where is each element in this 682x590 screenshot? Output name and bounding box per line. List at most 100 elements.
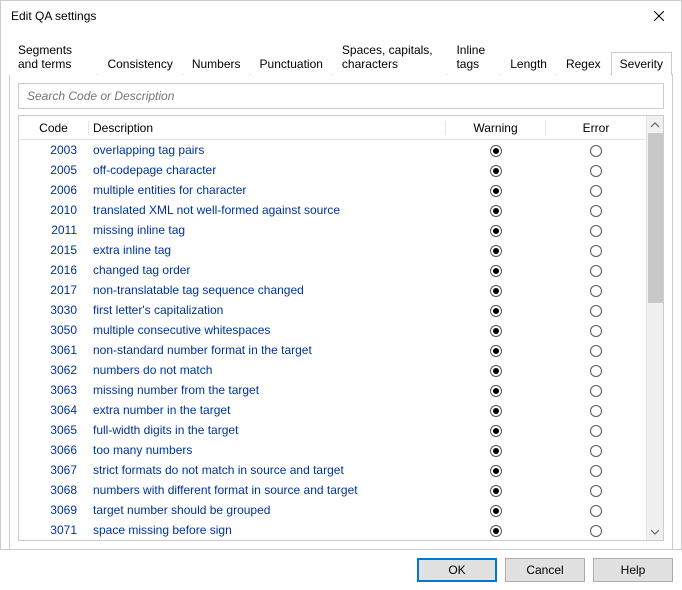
- vertical-scrollbar[interactable]: [646, 116, 663, 540]
- cell-description: non-translatable tag sequence changed: [89, 283, 446, 297]
- radio-warning[interactable]: [490, 385, 502, 397]
- radio-warning[interactable]: [490, 425, 502, 437]
- radio-warning[interactable]: [490, 525, 502, 537]
- radio-warning[interactable]: [490, 505, 502, 517]
- radio-warning[interactable]: [490, 145, 502, 157]
- radio-warning[interactable]: [490, 225, 502, 237]
- table-row[interactable]: 3066too many numbers: [19, 440, 646, 460]
- radio-error[interactable]: [590, 445, 602, 457]
- radio-warning[interactable]: [490, 185, 502, 197]
- radio-error[interactable]: [590, 325, 602, 337]
- tab-inline-tags[interactable]: Inline tags: [447, 38, 500, 75]
- radio-error[interactable]: [590, 505, 602, 517]
- tab-regex[interactable]: Regex: [557, 52, 610, 75]
- table-row[interactable]: 2017non-translatable tag sequence change…: [19, 280, 646, 300]
- close-button[interactable]: [637, 1, 681, 31]
- help-button[interactable]: Help: [593, 558, 673, 582]
- cell-code: 3067: [19, 463, 89, 477]
- search-input[interactable]: [25, 88, 657, 104]
- tab-consistency[interactable]: Consistency: [98, 52, 181, 75]
- cell-error: [546, 163, 646, 177]
- tab-length[interactable]: Length: [501, 52, 556, 75]
- cell-error: [546, 363, 646, 377]
- table-row[interactable]: 2016changed tag order: [19, 260, 646, 280]
- radio-error[interactable]: [590, 225, 602, 237]
- tab-severity[interactable]: Severity: [611, 52, 672, 75]
- cell-code: 2010: [19, 203, 89, 217]
- radio-error[interactable]: [590, 525, 602, 537]
- radio-warning[interactable]: [490, 345, 502, 357]
- scroll-up-arrow-icon[interactable]: [647, 116, 664, 133]
- radio-warning[interactable]: [490, 265, 502, 277]
- table-row[interactable]: 2011missing inline tag: [19, 220, 646, 240]
- table-row[interactable]: 3071space missing before sign: [19, 520, 646, 540]
- table-row[interactable]: 3068numbers with different format in sou…: [19, 480, 646, 500]
- tab-segments-and-terms[interactable]: Segments and terms: [9, 38, 97, 75]
- ok-button[interactable]: OK: [417, 558, 497, 582]
- grid-header: Code Description Warning Error: [19, 116, 646, 140]
- search-wrap: [18, 83, 664, 109]
- radio-warning[interactable]: [490, 305, 502, 317]
- cell-code: 3068: [19, 483, 89, 497]
- radio-warning[interactable]: [490, 325, 502, 337]
- button-bar: OK Cancel Help: [9, 550, 673, 582]
- table-row[interactable]: 2010translated XML not well-formed again…: [19, 200, 646, 220]
- header-code[interactable]: Code: [19, 121, 89, 135]
- table-row[interactable]: 3050multiple consecutive whitespaces: [19, 320, 646, 340]
- table-row[interactable]: 3069target number should be grouped: [19, 500, 646, 520]
- tab-numbers[interactable]: Numbers: [183, 52, 250, 75]
- radio-error[interactable]: [590, 345, 602, 357]
- table-row[interactable]: 3030first letter's capitalization: [19, 300, 646, 320]
- scroll-thumb[interactable]: [648, 133, 663, 303]
- radio-warning[interactable]: [490, 445, 502, 457]
- scroll-down-arrow-icon[interactable]: [647, 523, 664, 540]
- radio-error[interactable]: [590, 365, 602, 377]
- radio-error[interactable]: [590, 385, 602, 397]
- radio-error[interactable]: [590, 145, 602, 157]
- radio-warning[interactable]: [490, 205, 502, 217]
- cell-code: 3071: [19, 523, 89, 537]
- table-row[interactable]: 2006multiple entities for character: [19, 180, 646, 200]
- table-row[interactable]: 2015extra inline tag: [19, 240, 646, 260]
- header-error[interactable]: Error: [546, 121, 646, 135]
- table-row[interactable]: 3062numbers do not match: [19, 360, 646, 380]
- radio-error[interactable]: [590, 245, 602, 257]
- radio-warning[interactable]: [490, 285, 502, 297]
- radio-warning[interactable]: [490, 365, 502, 377]
- radio-error[interactable]: [590, 305, 602, 317]
- radio-error[interactable]: [590, 285, 602, 297]
- radio-error[interactable]: [590, 265, 602, 277]
- header-warning[interactable]: Warning: [446, 121, 546, 135]
- table-row[interactable]: 2003overlapping tag pairs: [19, 140, 646, 160]
- tab-spaces-capitals-characters[interactable]: Spaces, capitals, characters: [333, 38, 447, 75]
- cell-error: [546, 143, 646, 157]
- table-row[interactable]: 2005off-codepage character: [19, 160, 646, 180]
- radio-error[interactable]: [590, 465, 602, 477]
- cell-description: off-codepage character: [89, 163, 446, 177]
- radio-error[interactable]: [590, 165, 602, 177]
- table-row[interactable]: 3063missing number from the target: [19, 380, 646, 400]
- cell-description: missing number from the target: [89, 383, 446, 397]
- radio-warning[interactable]: [490, 485, 502, 497]
- table-row[interactable]: 3061non-standard number format in the ta…: [19, 340, 646, 360]
- radio-warning[interactable]: [490, 465, 502, 477]
- radio-error[interactable]: [590, 485, 602, 497]
- table-row[interactable]: 3067strict formats do not match in sourc…: [19, 460, 646, 480]
- radio-error[interactable]: [590, 205, 602, 217]
- cell-warning: [446, 423, 546, 437]
- cell-warning: [446, 183, 546, 197]
- tab-punctuation[interactable]: Punctuation: [251, 52, 332, 75]
- radio-error[interactable]: [590, 185, 602, 197]
- cell-code: 3030: [19, 303, 89, 317]
- radio-warning[interactable]: [490, 405, 502, 417]
- title-bar: Edit QA settings: [1, 1, 681, 31]
- header-description[interactable]: Description: [89, 121, 446, 135]
- radio-warning[interactable]: [490, 245, 502, 257]
- table-row[interactable]: 3064extra number in the target: [19, 400, 646, 420]
- radio-warning[interactable]: [490, 165, 502, 177]
- cancel-button[interactable]: Cancel: [505, 558, 585, 582]
- radio-error[interactable]: [590, 425, 602, 437]
- radio-error[interactable]: [590, 405, 602, 417]
- cell-error: [546, 483, 646, 497]
- table-row[interactable]: 3065full-width digits in the target: [19, 420, 646, 440]
